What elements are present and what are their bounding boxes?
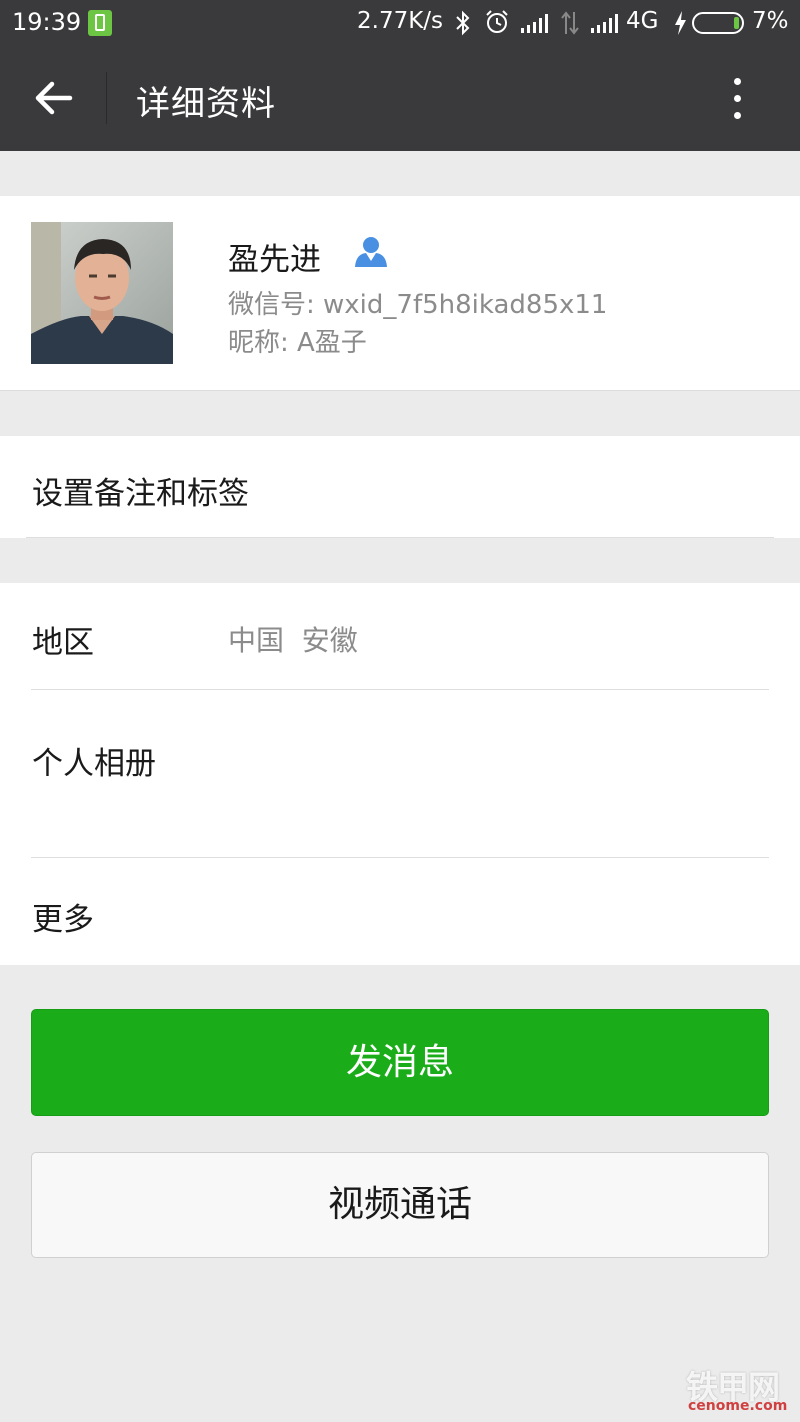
nickname: 昵称: A盈子 [228,328,367,358]
region-row: 地区 中国 安徽 [0,583,800,689]
profile-card: 盈先进 微信号: wxid_7f5h8ikad85x11 昵称: A盈子 [0,196,800,391]
network-speed: 2.77K/s [357,8,444,34]
battery-icon [692,12,744,34]
signal-icon [591,14,618,33]
status-time: 19:39 [12,8,82,36]
region-label: 地区 [32,625,94,661]
more-label: 更多 [32,902,94,938]
divider [26,537,774,538]
avatar[interactable] [31,222,173,364]
wechat-id: 微信号: wxid_7f5h8ikad85x11 [228,290,608,320]
charging-icon [675,11,686,35]
bluetooth-icon [456,10,470,36]
info-section: 地区 中国 安徽 个人相册 更多 [0,583,800,965]
status-bar: 19:39 2.77K/s 4G 7% [0,0,800,46]
arrow-left-icon[interactable] [34,78,74,118]
nav-bar: 详细资料 [0,46,800,151]
watermark-logo: 铁甲网 cenome.com [686,1362,796,1418]
nav-divider [106,72,107,124]
send-message-button[interactable]: 发消息 [31,1009,769,1116]
more-vertical-icon[interactable] [720,72,756,124]
data-arrows-icon [561,11,579,35]
remark-tags-row[interactable]: 设置备注和标签 [0,436,800,538]
video-call-button[interactable]: 视频通话 [31,1152,769,1258]
album-label: 个人相册 [32,746,156,782]
profile-name: 盈先进 [228,242,321,278]
contact-person-icon [355,237,387,267]
region-value: 中国 安徽 [228,624,358,657]
remark-tags-label: 设置备注和标签 [32,476,249,512]
network-type: 4G [626,8,659,34]
page-title: 详细资料 [136,84,276,124]
more-row[interactable]: 更多 [0,858,800,965]
album-row[interactable]: 个人相册 [0,690,800,857]
phone-battery-app-icon [88,10,112,36]
watermark-url: cenome.com [688,1398,788,1414]
alarm-icon [486,10,508,33]
battery-percent: 7% [752,8,789,34]
signal-icon [521,14,548,33]
